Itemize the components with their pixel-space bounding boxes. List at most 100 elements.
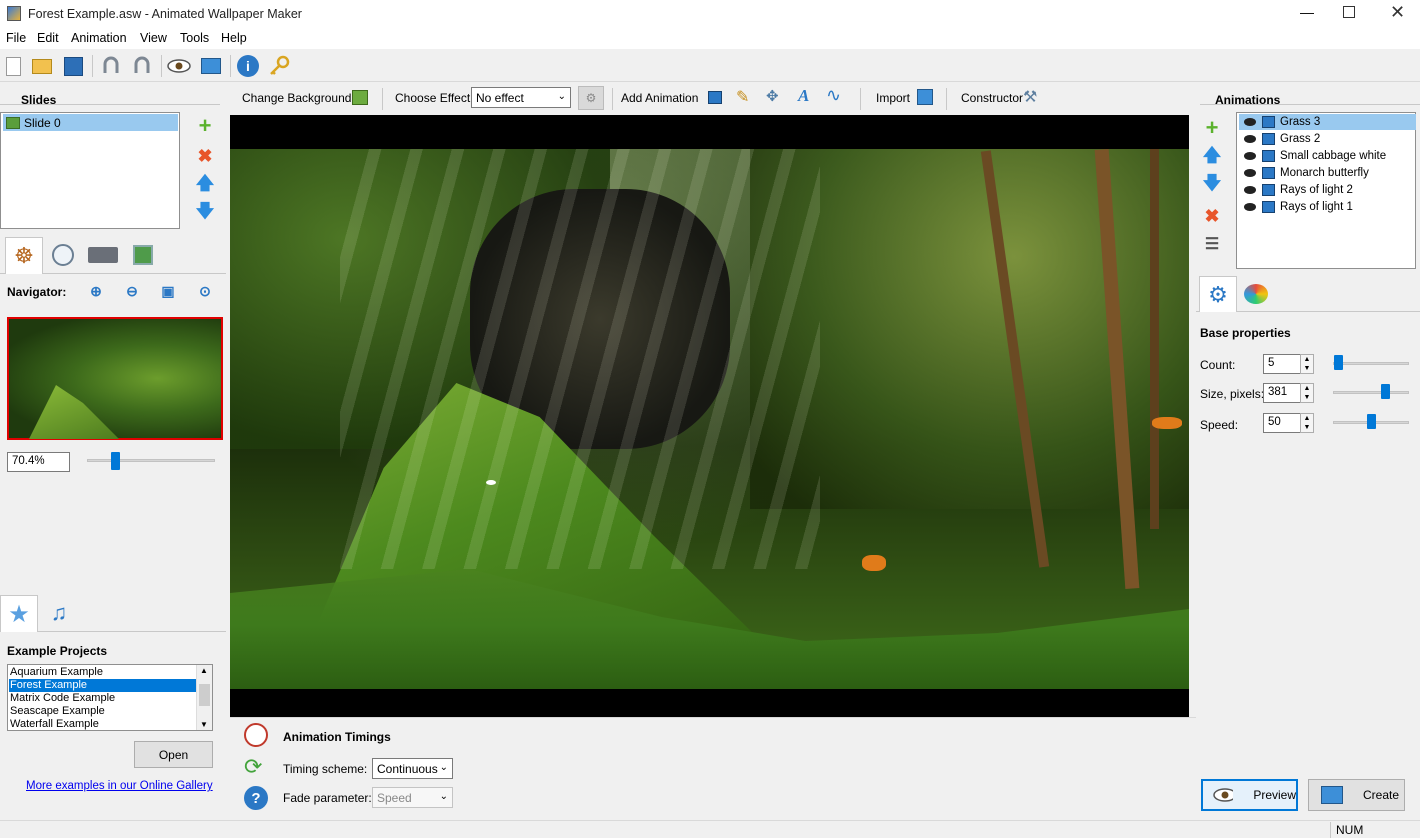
animation-item[interactable]: Small cabbage white <box>1239 148 1416 164</box>
timing-scheme-select[interactable]: Continuous ⌄ <box>372 758 453 779</box>
tab-music[interactable]: ♫ <box>40 595 78 631</box>
minimize-icon[interactable]: — <box>1296 4 1318 24</box>
wave-icon[interactable]: ∿ <box>826 85 841 106</box>
actual-size-icon[interactable]: ⊙ <box>194 280 216 302</box>
zoom-slider-track[interactable] <box>87 459 215 462</box>
tab-appearance[interactable] <box>1237 276 1275 312</box>
count-slider-track[interactable] <box>1333 362 1409 365</box>
animation-item[interactable]: Rays of light 1 <box>1239 199 1416 215</box>
open-folder-icon[interactable] <box>29 53 55 79</box>
particles-icon[interactable]: ✥ <box>766 87 779 105</box>
menu-help[interactable]: Help <box>221 31 247 45</box>
example-item[interactable]: Matrix Code Example <box>10 692 115 705</box>
menu-file[interactable]: File <box>6 31 26 45</box>
move-down-icon[interactable]: 🡇 <box>194 201 216 225</box>
animation-item[interactable]: Monarch butterfly <box>1239 165 1416 181</box>
background-image-icon[interactable] <box>352 90 368 105</box>
save-icon[interactable] <box>60 53 86 79</box>
tools-icon[interactable]: ⚒ <box>1023 87 1037 107</box>
animation-item[interactable]: Rays of light 2 <box>1239 182 1416 198</box>
count-input[interactable]: 5 <box>1263 354 1301 374</box>
visibility-eye-icon[interactable] <box>1244 186 1256 194</box>
visibility-eye-icon[interactable] <box>1244 135 1256 143</box>
size-slider-track[interactable] <box>1333 391 1409 394</box>
tab-examples[interactable]: ★ <box>0 595 38 632</box>
zoom-in-icon[interactable]: ⊕ <box>85 280 107 302</box>
examples-list[interactable]: Aquarium Example Forest Example Matrix C… <box>7 664 213 731</box>
info-icon[interactable]: i <box>235 53 261 79</box>
menu-edit[interactable]: Edit <box>37 31 59 45</box>
example-item-selected[interactable]: Forest Example <box>9 679 196 692</box>
animation-item[interactable]: Grass 2 <box>1239 131 1416 147</box>
example-item[interactable]: Waterfall Example <box>10 718 99 731</box>
slides-list[interactable]: Slide 0 <box>0 112 180 229</box>
effect-select[interactable]: No effect ⌄ <box>471 87 571 108</box>
online-gallery-link[interactable]: More examples in our Online Gallery <box>26 780 213 792</box>
examples-scrollbar[interactable]: ▲ ▼ <box>196 665 212 730</box>
speed-input[interactable]: 50 <box>1263 413 1301 433</box>
animation-type-icon <box>1262 116 1275 128</box>
fade-parameter-select[interactable]: Speed ⌄ <box>372 787 453 808</box>
delete-slide-icon[interactable]: ✖ <box>194 145 216 167</box>
create-button[interactable]: Create <box>1308 779 1405 811</box>
animation-down-icon[interactable]: 🡇 <box>1201 173 1223 197</box>
new-file-icon[interactable] <box>0 53 26 79</box>
size-slider-thumb[interactable] <box>1381 384 1391 399</box>
example-item[interactable]: Aquarium Example <box>10 666 103 679</box>
visibility-eye-icon[interactable] <box>1244 118 1256 126</box>
move-up-icon[interactable]: 🡅 <box>194 173 216 197</box>
tab-timeline[interactable] <box>44 237 82 273</box>
effect-settings-gear-icon[interactable]: ⚙ <box>578 86 604 110</box>
animation-item[interactable]: Grass 3 <box>1239 114 1416 130</box>
close-icon[interactable]: ✕ <box>1390 2 1405 23</box>
menu-view[interactable]: View <box>140 31 167 45</box>
import-icon[interactable] <box>917 89 933 105</box>
menu-tools[interactable]: Tools <box>180 31 209 45</box>
tab-navigator[interactable]: ☸ <box>5 237 43 274</box>
slide-item[interactable]: Slide 0 <box>3 114 178 131</box>
speed-stepper[interactable]: ▲ ▼ <box>1300 413 1314 433</box>
text-animation-icon[interactable]: A <box>798 86 809 106</box>
visibility-eye-icon[interactable] <box>1244 152 1256 160</box>
add-animation-icon[interactable]: + <box>1201 115 1223 140</box>
open-button[interactable]: Open <box>134 741 213 768</box>
add-image-animation-icon[interactable] <box>708 91 722 104</box>
visibility-eye-icon[interactable] <box>1244 169 1256 177</box>
cabbage-white-icon <box>486 480 496 485</box>
tab-camera[interactable] <box>84 237 122 273</box>
constructor-button[interactable]: Constructor <box>961 91 1023 105</box>
zoom-slider-thumb[interactable] <box>110 452 120 470</box>
zoom-out-icon[interactable]: ⊖ <box>121 280 143 302</box>
preview-button[interactable]: Preview <box>1201 779 1298 811</box>
count-slider-thumb[interactable] <box>1334 355 1344 370</box>
size-input[interactable]: 381 <box>1263 383 1301 403</box>
navigator-thumbnail[interactable] <box>7 317 223 440</box>
window-title: Forest Example.asw - Animated Wallpaper … <box>28 7 302 21</box>
key-icon[interactable] <box>266 53 292 79</box>
set-wallpaper-icon[interactable] <box>198 53 224 79</box>
size-stepper[interactable]: ▲ ▼ <box>1300 383 1314 403</box>
animation-up-icon[interactable]: 🡅 <box>1201 145 1223 169</box>
redo-icon[interactable] <box>129 53 155 79</box>
import-button[interactable]: Import <box>876 91 910 105</box>
undo-icon[interactable] <box>98 53 124 79</box>
menu-animation[interactable]: Animation <box>71 31 127 45</box>
speed-slider-thumb[interactable] <box>1366 414 1376 429</box>
tab-image-info[interactable] <box>124 237 162 273</box>
pencil-icon[interactable]: ✎ <box>736 87 749 107</box>
add-slide-icon[interactable]: + <box>194 113 216 138</box>
fit-screen-icon[interactable]: ▣ <box>157 280 179 302</box>
maximize-icon[interactable] <box>1343 6 1355 18</box>
example-item[interactable]: Seascape Example <box>10 705 105 718</box>
zoom-input[interactable]: 70.4% <box>7 452 70 472</box>
wallpaper-canvas[interactable] <box>230 115 1189 717</box>
visibility-eye-icon[interactable] <box>1244 203 1256 211</box>
list-options-icon[interactable]: ☰ <box>1201 233 1223 255</box>
animations-list[interactable]: Grass 3 Grass 2 Small cabbage white Monarch… <box>1236 112 1416 269</box>
count-stepper[interactable]: ▲ ▼ <box>1300 354 1314 374</box>
preview-eye-icon[interactable] <box>166 53 192 79</box>
delete-animation-icon[interactable]: ✖ <box>1201 205 1223 227</box>
tab-properties[interactable]: ⚙ <box>1199 276 1237 312</box>
change-background-button[interactable]: Change Background <box>242 91 351 105</box>
help-icon[interactable]: ? <box>244 786 268 810</box>
